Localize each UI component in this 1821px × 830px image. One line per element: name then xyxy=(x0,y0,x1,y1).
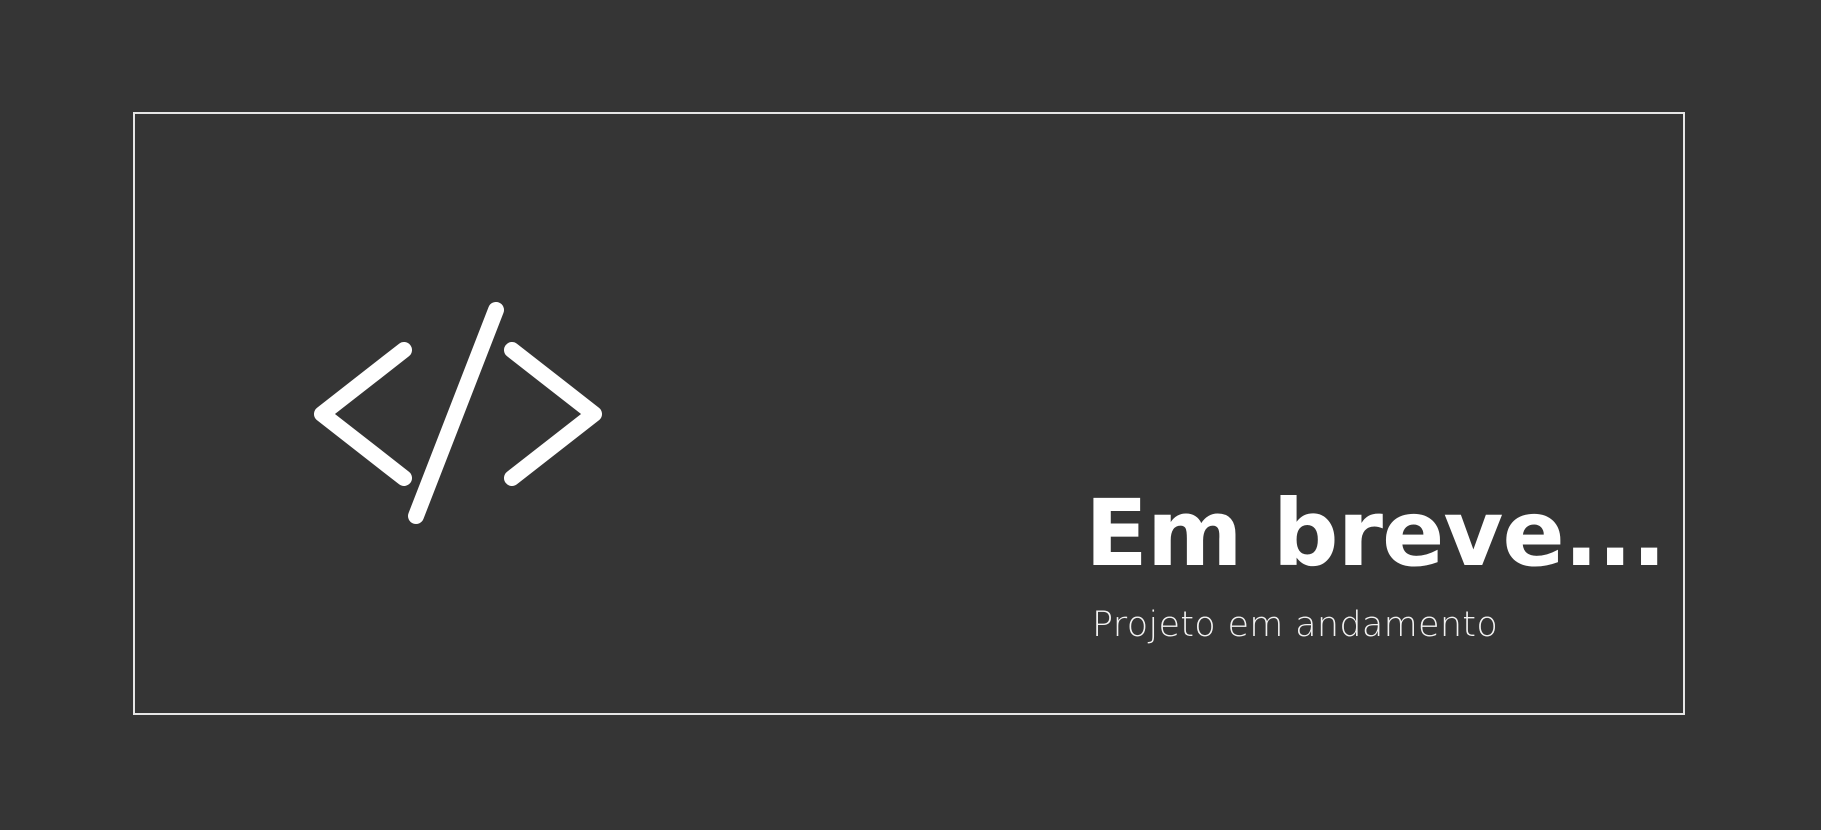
code-icon xyxy=(314,302,602,524)
page-subtitle: Projeto em andamento xyxy=(1092,605,1499,645)
page-title: Em breve... xyxy=(1085,480,1667,587)
